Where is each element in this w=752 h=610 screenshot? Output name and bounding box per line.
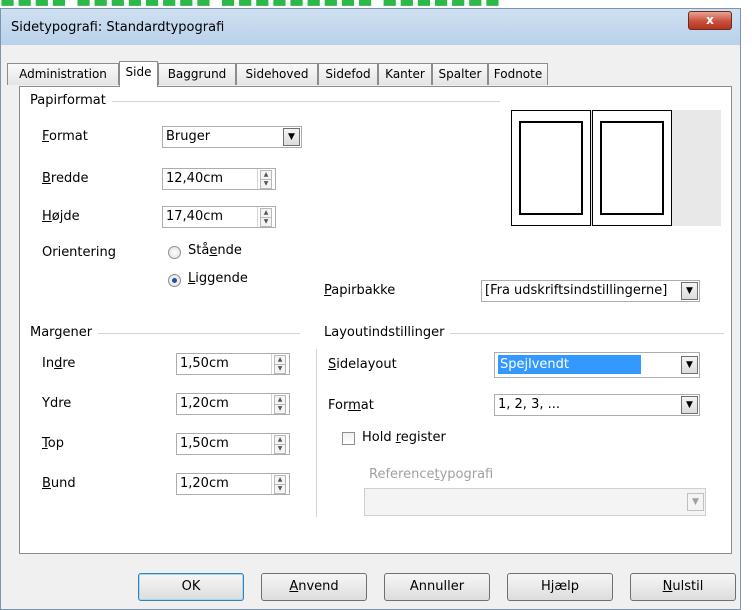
background-text-fragment: ▬▬▬▬ ▬▬▬▬▬▬▬▬ ▬▬▬▬▬▬▬▬▬ ▬▬▬▬▬▬▬ bbox=[0, 0, 502, 10]
preview-page-right bbox=[592, 110, 672, 226]
tab-sidefod[interactable]: Sidefod bbox=[318, 63, 378, 85]
dropdown-arrow-icon: ▼ bbox=[681, 396, 698, 414]
spin-down-icon: ▼ bbox=[274, 484, 286, 494]
tab-kanter[interactable]: Kanter bbox=[378, 63, 432, 85]
top-margin-value: 1,50cm bbox=[180, 436, 229, 451]
format-label: Format bbox=[42, 129, 88, 144]
inner-margin-value: 1,50cm bbox=[180, 356, 229, 371]
inner-margin-spinner[interactable]: ▲ ▼ bbox=[271, 354, 286, 374]
outer-margin-spinner[interactable]: ▲ ▼ bbox=[271, 394, 286, 414]
portrait-radio[interactable] bbox=[168, 246, 181, 259]
outer-margin-value: 1,20cm bbox=[180, 396, 229, 411]
group-title-margins: Margener bbox=[30, 325, 99, 340]
width-value: 12,40cm bbox=[166, 171, 224, 186]
dropdown-arrow-icon: ▼ bbox=[687, 493, 704, 511]
ok-button[interactable]: OK bbox=[138, 573, 244, 601]
spin-down-icon: ▼ bbox=[260, 217, 272, 227]
dropdown-arrow-icon: ▼ bbox=[283, 128, 300, 146]
outer-margin-input[interactable]: 1,20cm ▲ ▼ bbox=[176, 393, 290, 415]
height-spinner[interactable]: ▲ ▼ bbox=[257, 207, 272, 227]
cancel-button[interactable]: Annuller bbox=[384, 573, 490, 601]
hold-register-label[interactable]: Hold register bbox=[362, 430, 446, 445]
page-layout-value: Spejlvendt bbox=[498, 355, 642, 374]
inner-margin-label: Indre bbox=[42, 356, 76, 371]
title-bar: Sidetypografi: Standardtypografi x bbox=[1, 9, 740, 45]
portrait-label[interactable]: Stående bbox=[188, 243, 242, 258]
spin-down-icon: ▼ bbox=[274, 404, 286, 414]
number-format-value: 1, 2, 3, ... bbox=[498, 397, 561, 412]
help-button[interactable]: Hjælp bbox=[507, 573, 613, 601]
window-title: Sidetypografi: Standardtypografi bbox=[11, 20, 225, 35]
page-layout-label: Sidelayout bbox=[328, 357, 397, 372]
preview-page-left bbox=[511, 110, 591, 226]
reference-style-label: Referencetypografi bbox=[369, 467, 494, 482]
tab-fodnote[interactable]: Fodnote bbox=[488, 63, 548, 85]
orientation-label: Orientering bbox=[42, 245, 116, 260]
top-margin-label: Top bbox=[42, 436, 64, 451]
width-input[interactable]: 12,40cm ▲ ▼ bbox=[162, 168, 276, 190]
format-value: Bruger bbox=[166, 129, 211, 144]
bottom-margin-spinner[interactable]: ▲ ▼ bbox=[271, 474, 286, 494]
inner-margin-input[interactable]: 1,50cm ▲ ▼ bbox=[176, 353, 290, 375]
height-input[interactable]: 17,40cm ▲ ▼ bbox=[162, 206, 276, 228]
page-preview bbox=[511, 110, 721, 226]
tab-sidehoved[interactable]: Sidehoved bbox=[236, 63, 318, 85]
number-format-label: Format bbox=[328, 398, 374, 413]
bottom-margin-value: 1,20cm bbox=[180, 476, 229, 491]
reset-button[interactable]: Nulstil bbox=[630, 573, 736, 601]
top-margin-input[interactable]: 1,50cm ▲ ▼ bbox=[176, 433, 290, 455]
tab-panel-side: Papirformat Format Bruger ▼ Bredde 12,40… bbox=[19, 86, 732, 554]
width-label: Bredde bbox=[42, 171, 89, 186]
number-format-select[interactable]: 1, 2, 3, ... ▼ bbox=[494, 394, 700, 416]
tab-side[interactable]: Side bbox=[119, 61, 158, 87]
group-title-layout: Layoutindstillinger bbox=[324, 325, 451, 340]
format-select[interactable]: Bruger ▼ bbox=[162, 126, 302, 148]
dropdown-arrow-icon: ▼ bbox=[681, 356, 698, 374]
group-separator bbox=[316, 349, 317, 517]
landscape-radio[interactable] bbox=[168, 274, 181, 287]
outer-margin-label: Ydre bbox=[42, 396, 72, 411]
bottom-margin-input[interactable]: 1,20cm ▲ ▼ bbox=[176, 473, 290, 495]
paper-tray-select[interactable]: [Fra udskriftsindstillingerne] ▼ bbox=[481, 280, 700, 302]
radio-selected-dot bbox=[172, 278, 177, 283]
tab-spalter[interactable]: Spalter bbox=[432, 63, 488, 85]
paper-tray-value: [Fra udskriftsindstillingerne] bbox=[485, 283, 668, 298]
height-value: 17,40cm bbox=[166, 209, 224, 224]
page-layout-select[interactable]: Spejlvendt ▼ bbox=[494, 352, 700, 378]
landscape-label[interactable]: Liggende bbox=[188, 271, 248, 286]
group-title-paper: Papirformat bbox=[30, 93, 112, 108]
reference-style-select[interactable]: ▼ bbox=[364, 488, 706, 516]
spin-down-icon: ▼ bbox=[260, 179, 272, 189]
height-label: Højde bbox=[42, 209, 80, 224]
paper-tray-label: Papirbakke bbox=[324, 283, 396, 298]
spin-down-icon: ▼ bbox=[274, 444, 286, 454]
dropdown-arrow-icon: ▼ bbox=[681, 282, 698, 300]
width-spinner[interactable]: ▲ ▼ bbox=[257, 169, 272, 189]
bottom-margin-label: Bund bbox=[42, 476, 76, 491]
apply-button[interactable]: Anvend bbox=[261, 573, 367, 601]
preview-margin-right bbox=[600, 121, 664, 215]
preview-margin-left bbox=[519, 121, 583, 215]
close-icon: x bbox=[706, 13, 714, 27]
dialog-window: Sidetypografi: Standardtypografi x Admin… bbox=[0, 8, 741, 610]
tab-baggrund[interactable]: Baggrund bbox=[158, 63, 236, 85]
hold-register-checkbox[interactable] bbox=[342, 432, 355, 445]
top-margin-spinner[interactable]: ▲ ▼ bbox=[271, 434, 286, 454]
tab-administration[interactable]: Administration bbox=[7, 63, 119, 85]
close-button[interactable]: x bbox=[688, 11, 732, 30]
spin-down-icon: ▼ bbox=[274, 364, 286, 374]
